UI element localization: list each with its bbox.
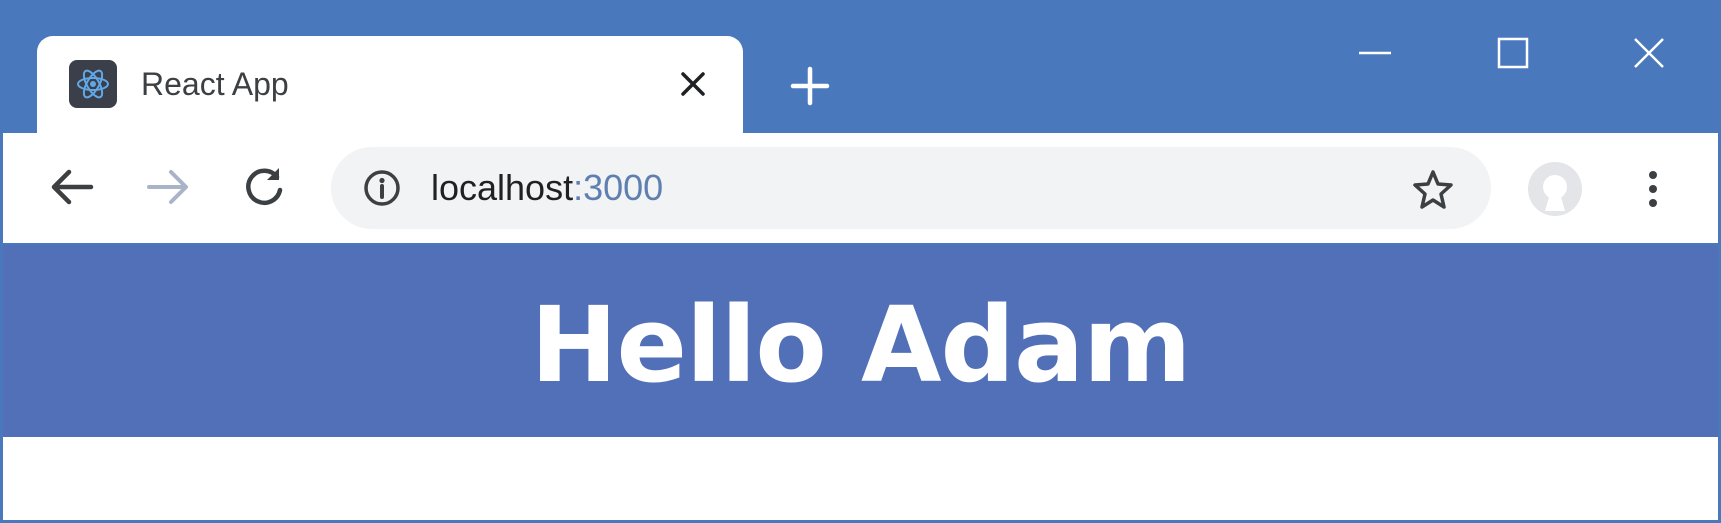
url-host: localhost: [431, 167, 574, 208]
close-icon[interactable]: [1627, 31, 1671, 75]
avatar-icon[interactable]: [1527, 161, 1583, 217]
back-arrow-icon[interactable]: [45, 160, 99, 214]
plus-icon[interactable]: [785, 61, 835, 111]
url-port: :3000: [573, 167, 664, 208]
star-icon[interactable]: [1411, 167, 1455, 211]
page-heading: Hello Adam: [530, 284, 1191, 406]
tab-react-app[interactable]: React App: [37, 36, 743, 140]
title-bar: React App: [3, 3, 1718, 140]
reload-icon[interactable]: [237, 160, 291, 214]
browser-window: React App localhost:3000 Hello Adam: [0, 0, 1721, 523]
url-text: localhost:3000: [431, 167, 663, 209]
maximize-icon[interactable]: [1491, 31, 1535, 75]
info-icon[interactable]: [361, 167, 403, 209]
minimize-icon[interactable]: [1353, 31, 1397, 75]
react-icon: [69, 60, 117, 108]
browser-toolbar: localhost:3000: [3, 133, 1718, 245]
kebab-menu-icon[interactable]: [1631, 161, 1675, 217]
tab-title: React App: [141, 66, 289, 102]
header-banner: Hello Adam: [3, 245, 1718, 437]
page-content: Hello Adam: [3, 245, 1718, 520]
forward-arrow-icon[interactable]: [141, 160, 195, 214]
tab-close-icon[interactable]: [677, 68, 709, 100]
address-bar[interactable]: localhost:3000: [331, 147, 1491, 229]
